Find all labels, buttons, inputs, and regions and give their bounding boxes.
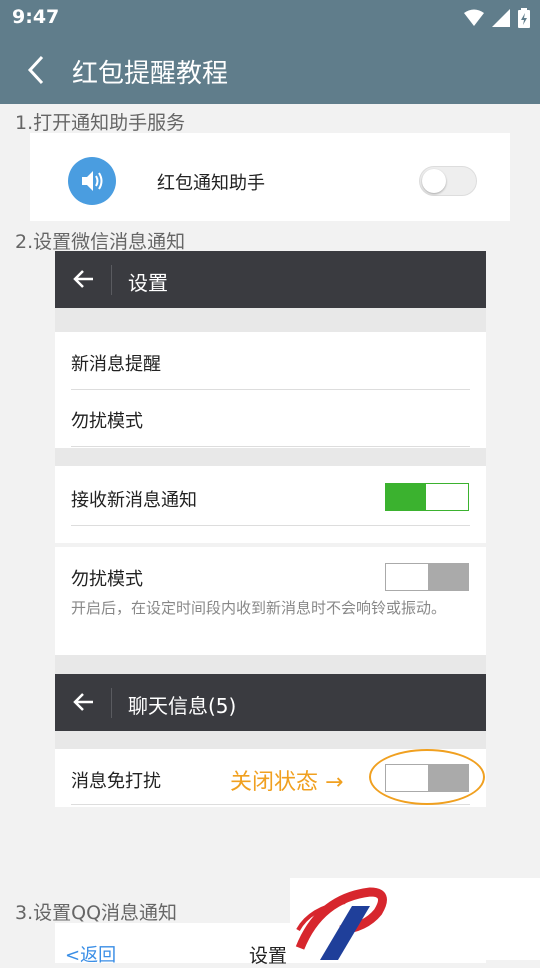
qq-back-button[interactable]: <返回 [65, 941, 116, 967]
back-chevron-icon[interactable] [22, 54, 52, 86]
divider [71, 804, 470, 805]
battery-charging-icon [518, 8, 530, 28]
gray-spacer [55, 731, 486, 749]
divider [71, 446, 470, 447]
qq-settings-title: 设置 [249, 945, 288, 967]
status-time: 9:47 [12, 6, 60, 28]
toggle-knob [426, 484, 468, 510]
app-bar: 红包提醒教程 [0, 36, 540, 104]
gray-spacer [55, 308, 486, 332]
step3-title: 3.设置QQ消息通知 [15, 902, 178, 924]
off-state-annotation: 关闭状态 → [230, 770, 344, 795]
settings-group-3: 勿扰模式 开启后，在设定时间段内收到新消息时不会响铃或振动。 [55, 547, 486, 655]
header-divider [111, 688, 112, 718]
dnd-mode-item[interactable]: 勿扰模式 [71, 407, 143, 433]
receive-notifications-label: 接收新消息通知 [71, 490, 197, 511]
chat-info-title: 聊天信息(5) [128, 694, 237, 718]
gray-spacer [55, 448, 486, 466]
dnd-description: 开启后，在设定时间段内收到新消息时不会响铃或振动。 [71, 599, 447, 617]
brand-logo [290, 878, 540, 960]
back-arrow-icon[interactable] [73, 268, 95, 290]
back-arrow-icon[interactable] [73, 691, 95, 713]
chat-info-header: 聊天信息(5) [55, 674, 486, 731]
divider [71, 525, 470, 526]
dnd-mode-label: 勿扰模式 [71, 569, 143, 590]
settings-group-2: 接收新消息通知 [55, 466, 486, 543]
status-icons [464, 8, 530, 28]
gray-spacer [55, 655, 486, 674]
service-toggle[interactable] [419, 166, 477, 196]
header-divider [111, 265, 112, 295]
settings-group-1: 新消息提醒 勿扰模式 [55, 332, 486, 448]
divider [71, 389, 470, 390]
step1-title: 1.打开通知助手服务 [15, 112, 186, 134]
toggle-knob [422, 169, 446, 193]
wifi-icon [464, 9, 484, 26]
page-title: 红包提醒教程 [72, 59, 229, 89]
new-message-alert-item[interactable]: 新消息提醒 [71, 350, 161, 376]
wechat-settings-title: 设置 [128, 271, 168, 295]
cell-signal-icon [492, 9, 510, 27]
wechat-settings-illustration: 设置 新消息提醒 勿扰模式 接收新消息通知 勿扰模式 开启后，在设定时间段内收到… [55, 251, 486, 809]
mute-label: 消息免打扰 [71, 771, 161, 792]
service-card: 红包通知助手 [30, 133, 510, 221]
service-label: 红包通知助手 [157, 173, 265, 194]
status-bar: 9:47 [0, 0, 540, 36]
speaker-icon [68, 157, 116, 205]
step2-title: 2.设置微信消息通知 [15, 231, 186, 253]
receive-notifications-toggle[interactable] [385, 483, 469, 511]
wechat-settings-header: 设置 [55, 251, 486, 308]
dnd-mode-toggle[interactable] [385, 563, 469, 591]
toggle-knob [386, 564, 428, 590]
highlight-ellipse [369, 749, 485, 805]
